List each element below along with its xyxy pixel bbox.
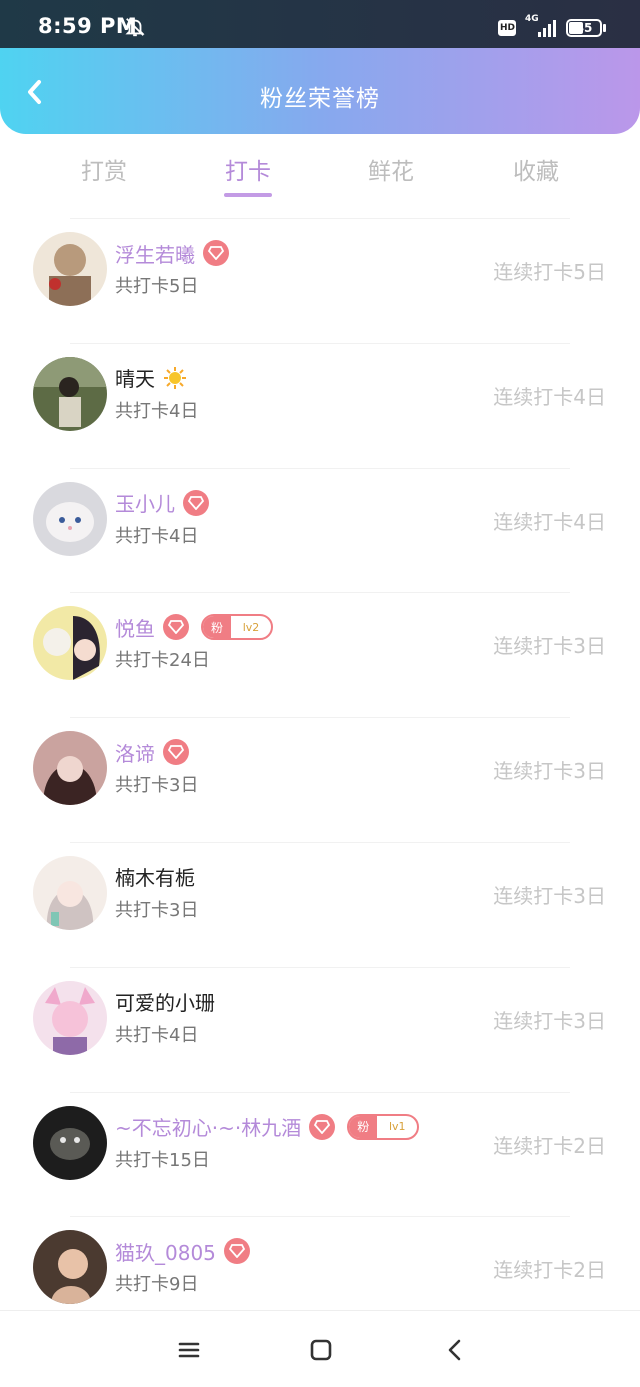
tab-bar: 打赏 打卡 鲜花 收藏 (0, 134, 640, 210)
streak-checkin: 连续打卡3日 (493, 1008, 606, 1033)
fan-name: 可爱的小珊 (115, 991, 215, 1016)
header-bar: 粉丝荣誉榜 (0, 48, 640, 134)
streak-checkin: 连续打卡5日 (493, 260, 606, 284)
row-divider (70, 717, 570, 719)
app-screen: 8:59 PM HD 4G 45 粉丝荣誉榜 打赏 打卡 鲜花 收藏 浮生若曦 … (0, 0, 640, 1387)
list-item[interactable]: 浮生若曦 共打卡5日 连续打卡5日 (0, 218, 640, 343)
fan-name: 洛谛 (115, 741, 155, 766)
total-checkin: 共打卡9日 (115, 1274, 199, 1296)
avatar[interactable] (33, 232, 107, 306)
avatar[interactable] (33, 731, 107, 806)
fan-badge-label: 粉 (203, 616, 231, 639)
page-title: 粉丝荣誉榜 (260, 86, 380, 112)
fan-name: 玉小儿 (115, 492, 175, 517)
streak-checkin: 连续打卡3日 (493, 759, 606, 784)
total-checkin: 共打卡5日 (115, 276, 199, 297)
avatar[interactable] (33, 1105, 107, 1180)
avatar[interactable] (33, 1230, 107, 1305)
diamond-icon (223, 1238, 250, 1265)
total-checkin: 共打卡3日 (115, 775, 199, 797)
list-item[interactable]: ~不忘初心·~·林九酒 粉 lv1 共打卡15日 连续打卡2日 (0, 1091, 640, 1217)
home-square-icon[interactable] (308, 1337, 334, 1363)
avatar[interactable] (33, 481, 107, 556)
avatar[interactable] (33, 606, 107, 681)
avatar[interactable] (33, 855, 107, 930)
total-checkin: 共打卡24日 (115, 650, 210, 672)
battery-indicator: 45 (566, 19, 602, 37)
sun-icon (164, 366, 186, 389)
row-divider (70, 1091, 570, 1093)
list-item[interactable]: 楠木有栀 共打卡3日 连续打卡3日 (0, 841, 640, 967)
row-divider (70, 218, 570, 219)
streak-checkin: 连续打卡2日 (493, 1258, 606, 1283)
total-checkin: 共打卡3日 (115, 899, 199, 921)
diamond-icon (163, 739, 189, 766)
list-item[interactable]: 可爱的小珊 共打卡4日 连续打卡3日 (0, 966, 640, 1092)
total-checkin: 共打卡15日 (115, 1149, 210, 1171)
fan-badge-label: 粉 (349, 1115, 378, 1138)
row-divider (70, 592, 570, 594)
streak-checkin: 连续打卡2日 (493, 1133, 606, 1158)
battery-tip (603, 24, 606, 32)
battery-level: 45 (575, 21, 593, 35)
row-divider (70, 342, 570, 344)
fan-level-badge: 粉 lv1 (347, 1113, 420, 1140)
signal-icon (538, 20, 556, 37)
diamond-icon (183, 489, 209, 516)
tab-checkin[interactable]: 打卡 (208, 152, 288, 186)
streak-checkin: 连续打卡3日 (493, 634, 606, 659)
fan-name: 悦鱼 (115, 616, 155, 641)
fan-name: 浮生若曦 (115, 242, 195, 267)
total-checkin: 共打卡4日 (115, 525, 199, 547)
list-item[interactable]: 晴天 共打卡4日 连续打卡4日 (0, 342, 640, 468)
total-checkin: 共打卡4日 (115, 400, 199, 422)
status-bar: 8:59 PM HD 4G 45 (0, 0, 640, 48)
list-item[interactable]: 洛谛 共打卡3日 连续打卡3日 (0, 717, 640, 842)
system-nav-bar (0, 1310, 640, 1387)
diamond-icon (309, 1113, 336, 1140)
list-item[interactable]: 悦鱼 粉 lv2 共打卡24日 连续打卡3日 (0, 592, 640, 717)
tab-active-indicator (224, 193, 272, 197)
fan-badge-level: lv1 (388, 1120, 406, 1134)
fan-badge-level: lv2 (242, 620, 260, 634)
menu-icon[interactable] (176, 1337, 202, 1363)
fan-ranking-list: 浮生若曦 共打卡5日 连续打卡5日 晴天 共打卡4日 连续打卡4日 玉小儿 共打… (0, 218, 640, 1341)
row-divider (70, 1216, 570, 1218)
row-divider (70, 966, 570, 968)
tab-flowers[interactable]: 鲜花 (351, 152, 431, 186)
diamond-icon (203, 240, 229, 266)
fan-name: 猫玖_0805 (115, 1240, 216, 1265)
fan-name: 楠木有栀 (115, 866, 195, 891)
fan-level-badge: 粉 lv2 (201, 614, 273, 641)
fan-name: 晴天 (115, 367, 155, 392)
diamond-icon (163, 614, 189, 641)
row-divider (70, 467, 570, 469)
avatar[interactable] (33, 356, 107, 431)
streak-checkin: 连续打卡4日 (493, 509, 606, 534)
avatar[interactable] (33, 980, 107, 1055)
total-checkin: 共打卡4日 (115, 1024, 199, 1046)
tab-reward[interactable]: 打赏 (64, 152, 144, 186)
fan-name: ~不忘初心·~·林九酒 (115, 1116, 302, 1141)
bell-muted-icon (125, 18, 145, 37)
streak-checkin: 连续打卡3日 (493, 883, 606, 908)
row-divider (70, 841, 570, 843)
list-item[interactable]: 玉小儿 共打卡4日 连续打卡4日 (0, 467, 640, 593)
back-chevron-icon[interactable] (442, 1337, 468, 1363)
tab-favorites[interactable]: 收藏 (496, 152, 576, 186)
hd-badge: HD (498, 20, 516, 36)
streak-checkin: 连续打卡4日 (493, 384, 606, 409)
status-time: 8:59 PM (38, 14, 138, 38)
